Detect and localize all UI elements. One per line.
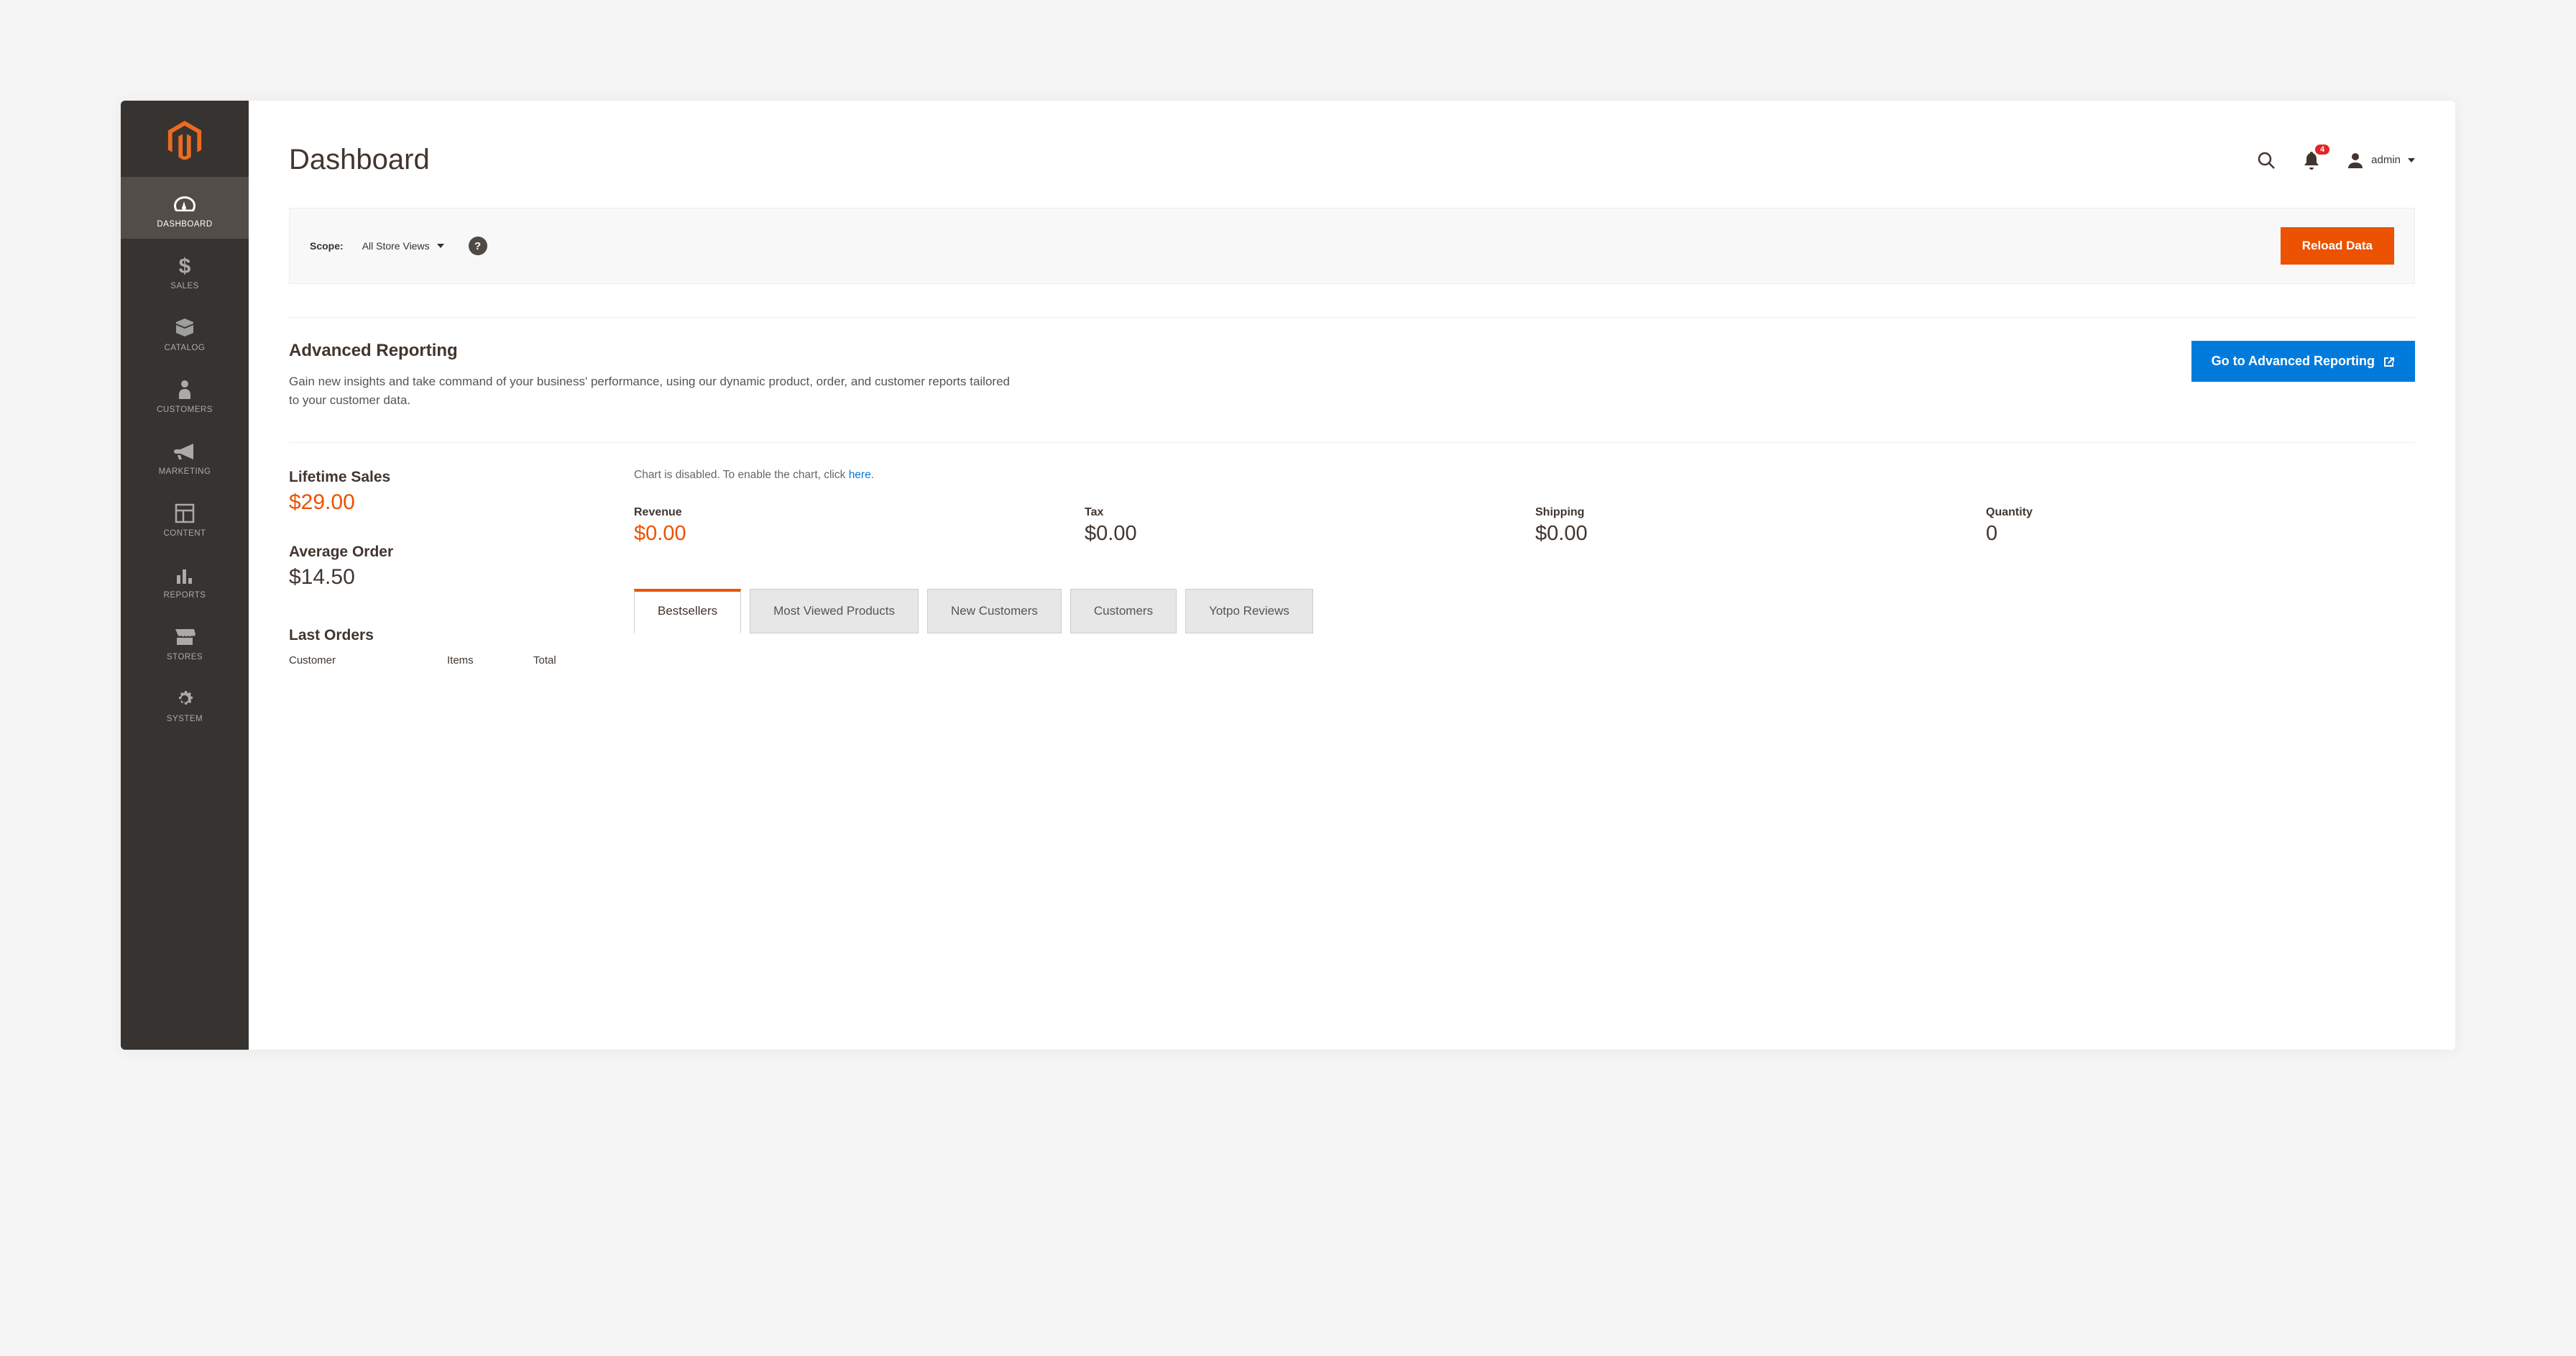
sidebar-item-label: STORES	[167, 653, 203, 661]
metric-row: Revenue $0.00 Tax $0.00 Shipping $0.00	[634, 506, 2415, 546]
scope-bar: Scope: All Store Views ? Reload Data	[289, 208, 2415, 284]
tab-most-viewed-products[interactable]: Most Viewed Products	[750, 589, 919, 633]
content-area: Advanced Reporting Gain new insights and…	[249, 284, 2455, 666]
last-orders-header: Customer Items Total	[289, 654, 591, 666]
scope-label: Scope:	[310, 240, 344, 252]
notification-badge: 4	[2315, 145, 2329, 155]
sidebar-item-marketing[interactable]: MARKETING	[121, 424, 249, 486]
bars-icon	[170, 561, 199, 590]
layout-icon	[170, 499, 199, 528]
header-actions: 4 admin	[2256, 150, 2415, 170]
sidebar-item-catalog[interactable]: CATALOG	[121, 301, 249, 362]
sidebar-item-label: SALES	[170, 282, 199, 290]
col-items: Items	[447, 654, 533, 666]
stats-section: Lifetime Sales $29.00 Average Order $14.…	[289, 469, 2415, 666]
average-order-label: Average Order	[289, 544, 591, 561]
page-header: Dashboard 4 admin	[249, 101, 2455, 196]
tab-bestsellers[interactable]: Bestsellers	[634, 589, 741, 633]
megaphone-icon	[170, 437, 199, 466]
tax-metric: Tax $0.00	[1085, 506, 1514, 546]
user-menu[interactable]: admin	[2347, 151, 2415, 170]
stats-left: Lifetime Sales $29.00 Average Order $14.…	[289, 469, 591, 666]
advanced-reporting-section: Advanced Reporting Gain new insights and…	[289, 341, 2415, 443]
sidebar-item-content[interactable]: CONTENT	[121, 486, 249, 548]
tax-value: $0.00	[1085, 522, 1514, 546]
person-icon	[170, 375, 199, 404]
page-title: Dashboard	[289, 144, 2256, 176]
revenue-value: $0.00	[634, 522, 1063, 546]
sidebar-item-label: REPORTS	[164, 591, 206, 600]
enable-chart-link[interactable]: here	[849, 469, 871, 481]
svg-text:$: $	[179, 255, 191, 278]
chart-disabled-prefix: Chart is disabled. To enable the chart, …	[634, 469, 849, 481]
gear-icon	[170, 684, 199, 713]
reload-data-button[interactable]: Reload Data	[2281, 227, 2394, 265]
tax-label: Tax	[1085, 506, 1514, 519]
sidebar-item-system[interactable]: SYSTEM	[121, 672, 249, 733]
sidebar-item-label: SYSTEM	[167, 715, 203, 723]
dollar-icon: $	[170, 252, 199, 280]
quantity-metric: Quantity 0	[1986, 506, 2415, 546]
lifetime-sales-value: $29.00	[289, 490, 591, 515]
sidebar-item-sales[interactable]: $ SALES	[121, 239, 249, 301]
caret-down-icon	[2408, 158, 2415, 162]
revenue-label: Revenue	[634, 506, 1063, 519]
quantity-value: 0	[1986, 522, 2415, 546]
sidebar-item-label: DASHBOARD	[157, 220, 212, 229]
stats-right: Chart is disabled. To enable the chart, …	[634, 469, 2415, 666]
chart-disabled-message: Chart is disabled. To enable the chart, …	[634, 469, 2415, 482]
button-label: Go to Advanced Reporting	[2212, 354, 2375, 369]
tab-customers[interactable]: Customers	[1070, 589, 1177, 633]
quantity-label: Quantity	[1986, 506, 2415, 519]
shipping-label: Shipping	[1535, 506, 1964, 519]
shipping-value: $0.00	[1535, 522, 1964, 546]
sidebar-item-stores[interactable]: STORES	[121, 610, 249, 672]
sidebar-item-customers[interactable]: CUSTOMERS	[121, 362, 249, 424]
sidebar-item-label: CATALOG	[165, 344, 206, 352]
app-frame: DASHBOARD $ SALES CATALOG CUSTOMERS MARK…	[121, 101, 2455, 1050]
scope-selected: All Store Views	[362, 240, 430, 252]
average-order-value: $14.50	[289, 565, 591, 590]
help-icon[interactable]: ?	[469, 237, 487, 255]
shipping-metric: Shipping $0.00	[1535, 506, 1964, 546]
go-to-advanced-reporting-button[interactable]: Go to Advanced Reporting	[2191, 341, 2415, 382]
col-total: Total	[533, 654, 556, 666]
divider	[289, 317, 2415, 318]
sidebar-item-label: MARKETING	[159, 467, 211, 476]
last-orders-title: Last Orders	[289, 627, 591, 644]
notifications-icon[interactable]: 4	[2302, 150, 2321, 170]
average-order-block: Average Order $14.50	[289, 544, 591, 590]
chart-disabled-suffix: .	[871, 469, 874, 481]
revenue-metric: Revenue $0.00	[634, 506, 1063, 546]
sidebar-item-label: CONTENT	[163, 529, 206, 538]
main-content: Dashboard 4 admin Scope: All Store V	[249, 101, 2455, 1050]
sidebar: DASHBOARD $ SALES CATALOG CUSTOMERS MARK…	[121, 101, 249, 1050]
caret-down-icon	[437, 244, 444, 248]
storefront-icon	[170, 623, 199, 651]
scope-select[interactable]: All Store Views	[362, 240, 444, 252]
advanced-reporting-title: Advanced Reporting	[289, 341, 2163, 361]
tabs-row: Bestsellers Most Viewed Products New Cus…	[634, 589, 2415, 633]
search-icon[interactable]	[2256, 150, 2276, 170]
sidebar-item-dashboard[interactable]: DASHBOARD	[121, 177, 249, 239]
tab-new-customers[interactable]: New Customers	[927, 589, 1062, 633]
lifetime-sales-label: Lifetime Sales	[289, 469, 591, 486]
advanced-reporting-desc: Gain new insights and take command of yo…	[289, 372, 1022, 411]
lifetime-sales-block: Lifetime Sales $29.00	[289, 469, 591, 515]
sidebar-item-label: CUSTOMERS	[157, 406, 213, 414]
sidebar-item-reports[interactable]: REPORTS	[121, 548, 249, 610]
user-icon	[2347, 151, 2364, 170]
user-label: admin	[2371, 154, 2401, 166]
col-customer: Customer	[289, 654, 447, 666]
tab-yotpo-reviews[interactable]: Yotpo Reviews	[1185, 589, 1313, 633]
dashboard-icon	[170, 190, 199, 219]
external-link-icon	[2383, 356, 2395, 367]
magento-logo-icon[interactable]	[121, 101, 249, 177]
box-icon	[170, 313, 199, 342]
